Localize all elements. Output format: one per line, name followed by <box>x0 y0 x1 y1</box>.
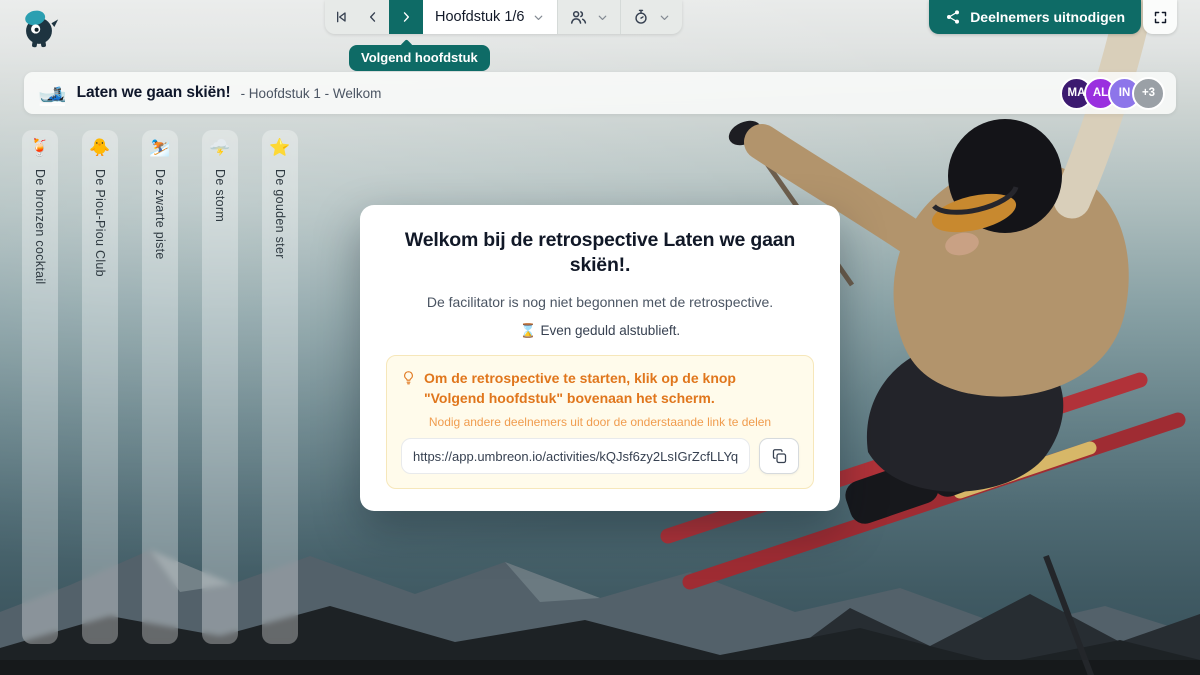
timer-dropdown[interactable] <box>620 0 682 34</box>
retro-icon: 🎿 <box>38 82 67 105</box>
copy-icon <box>771 448 788 465</box>
retro-column-bronzen-cocktail[interactable]: 🍹 De bronzen cocktail <box>22 130 58 644</box>
participants-icon <box>569 8 588 27</box>
top-right-actions: Deelnemers uitnodigen <box>929 0 1177 34</box>
chapter-dropdown[interactable]: Hoofdstuk 1/6 <box>423 0 557 34</box>
next-chapter-tooltip: Volgend hoofdstuk <box>349 45 490 71</box>
retro-column-piou-piou-club[interactable]: 🐥 De Piou-Piou Club <box>82 130 118 644</box>
wait-text: Even geduld alstublieft. <box>540 323 680 338</box>
retro-column-zwarte-piste[interactable]: ⛷️ De zwarte piste <box>142 130 178 644</box>
column-emoji: ⛷️ <box>149 139 170 156</box>
retro-column-storm[interactable]: 🌩️ De storm <box>202 130 238 644</box>
next-chapter-button[interactable] <box>389 0 423 34</box>
chevron-left-icon <box>366 10 380 24</box>
chapter-toolbar: Hoofdstuk 1/6 <box>325 0 682 34</box>
chapter-label: Hoofdstuk 1/6 <box>435 9 524 25</box>
retro-title: Laten we gaan skiën! <box>77 84 231 102</box>
invite-label: Deelnemers uitnodigen <box>970 9 1125 25</box>
welcome-dialog: Welkom bij de retrospective Laten we gaa… <box>360 205 840 511</box>
app-root: Hoofdstuk 1/6 Volgend hoofdstuk <box>0 0 1200 675</box>
mountains <box>0 550 1200 675</box>
skip-to-start-button[interactable] <box>325 0 356 34</box>
column-label: De storm <box>213 169 227 222</box>
chevron-down-icon <box>658 11 671 24</box>
wait-message: ⌛ Even geduld alstublieft. <box>386 323 814 339</box>
dialog-title: Welkom bij de retrospective Laten we gaa… <box>386 228 814 279</box>
dialog-subtitle: De facilitator is nog niet begonnen met … <box>386 294 814 310</box>
retro-header: 🎿 Laten we gaan skiën! - Hoofdstuk 1 - W… <box>24 72 1176 114</box>
chevron-right-icon <box>399 10 413 24</box>
column-label: De zwarte piste <box>153 169 167 260</box>
app-logo <box>16 4 62 52</box>
participant-avatars: MA AL IN +3 <box>1060 77 1165 110</box>
share-hint: Nodig andere deelnemers uit door de onde… <box>401 415 799 429</box>
lightbulb-icon <box>401 370 416 385</box>
column-label: De bronzen cocktail <box>33 169 47 284</box>
fullscreen-button[interactable] <box>1143 0 1177 34</box>
tip-row: Om de retrospective te starten, klik op … <box>401 368 799 409</box>
retro-column-gouden-ster[interactable]: ⭐ De gouden ster <box>262 130 298 644</box>
participants-dropdown[interactable] <box>557 0 620 34</box>
column-emoji: ⭐ <box>269 139 290 156</box>
column-label: De Piou-Piou Club <box>93 169 107 277</box>
mascot-icon <box>16 4 62 52</box>
share-link-row <box>401 438 799 474</box>
column-label: De gouden ster <box>273 169 287 259</box>
column-emoji: 🐥 <box>89 139 110 156</box>
hourglass-icon: ⌛ <box>520 323 537 338</box>
avatar-overflow-count[interactable]: +3 <box>1132 77 1165 110</box>
copy-link-button[interactable] <box>759 438 799 474</box>
tip-text: Om de retrospective te starten, klik op … <box>424 368 799 409</box>
tip-box: Om de retrospective te starten, klik op … <box>386 355 814 490</box>
retro-subtitle: - Hoofdstuk 1 - Welkom <box>241 86 382 101</box>
column-emoji: 🌩️ <box>209 139 230 156</box>
timer-icon <box>632 8 650 26</box>
previous-chapter-button[interactable] <box>356 0 389 34</box>
tooltip-label: Volgend hoofdstuk <box>361 50 478 65</box>
share-icon <box>945 9 961 25</box>
skip-start-icon <box>333 9 349 25</box>
column-emoji: 🍹 <box>29 139 50 156</box>
invite-participants-button[interactable]: Deelnemers uitnodigen <box>929 0 1141 34</box>
share-link-input[interactable] <box>401 438 750 474</box>
fullscreen-icon <box>1153 10 1168 25</box>
chevron-down-icon <box>532 11 545 24</box>
chevron-down-icon <box>596 11 609 24</box>
